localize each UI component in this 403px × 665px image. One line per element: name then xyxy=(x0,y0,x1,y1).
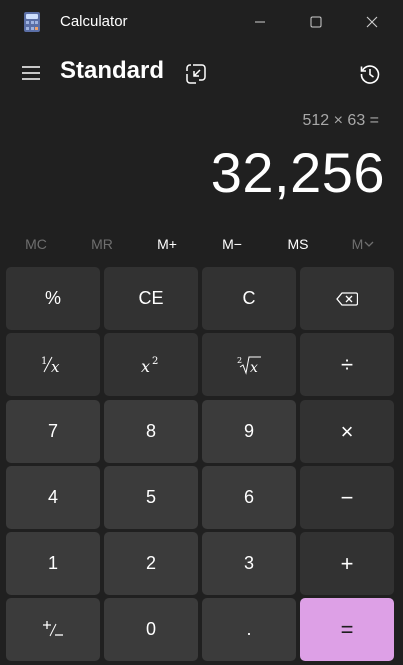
svg-text:2: 2 xyxy=(152,356,158,367)
window-title: Calculator xyxy=(60,13,128,30)
svg-text:x: x xyxy=(250,360,258,376)
subtract-label: − xyxy=(340,484,354,510)
square-root-icon: 2 x xyxy=(237,356,261,376)
clear-entry-label: CE xyxy=(138,288,164,308)
digit-8-button[interactable]: 8 xyxy=(104,400,198,463)
divide-button[interactable]: ÷ xyxy=(300,333,394,396)
minimize-button[interactable] xyxy=(232,0,288,44)
digit-5-label: 5 xyxy=(145,487,156,507)
minimize-icon xyxy=(255,21,265,23)
plus-minus-icon xyxy=(43,620,63,636)
multiply-label: × xyxy=(340,418,354,444)
digit-4-label: 4 xyxy=(47,487,58,507)
digit-0-label: 0 xyxy=(145,619,156,639)
digit-1-label: 1 xyxy=(47,553,58,573)
memory-list-label: M xyxy=(351,236,364,252)
svg-text:x: x xyxy=(51,358,60,376)
hamburger-icon xyxy=(22,66,40,80)
digit-8-label: 8 xyxy=(145,421,156,441)
backspace-button[interactable] xyxy=(300,267,394,330)
backspace-icon xyxy=(336,291,358,306)
maximize-icon xyxy=(310,16,322,28)
keep-on-top-icon xyxy=(186,64,206,84)
keep-on-top-button[interactable] xyxy=(180,58,212,90)
memory-clear-button[interactable]: MC xyxy=(6,228,66,260)
expression-display: 512 × 63 = xyxy=(302,112,379,129)
calculator-app-icon xyxy=(24,12,40,32)
digit-6-button[interactable]: 6 xyxy=(202,466,296,529)
clear-button[interactable]: C xyxy=(202,267,296,330)
close-button[interactable] xyxy=(344,0,400,44)
title-bar: Calculator xyxy=(0,0,403,44)
subtract-button[interactable]: − xyxy=(300,466,394,529)
square-button[interactable]: x 2 xyxy=(104,333,198,396)
square-root-button[interactable]: 2 x xyxy=(202,333,296,396)
navigation-menu-button[interactable] xyxy=(14,56,48,90)
memory-row: MC MR M+ M− MS M xyxy=(0,228,403,260)
reciprocal-button[interactable]: 1 x xyxy=(6,333,100,396)
add-label: + xyxy=(340,550,354,576)
negate-button[interactable] xyxy=(6,598,100,661)
digit-0-button[interactable]: 0 xyxy=(104,598,198,661)
memory-add-button[interactable]: M+ xyxy=(137,228,197,260)
chevron-down-icon xyxy=(364,241,374,247)
divide-label: ÷ xyxy=(340,351,354,377)
digit-4-button[interactable]: 4 xyxy=(6,466,100,529)
memory-subtract-button[interactable]: M− xyxy=(202,228,262,260)
percent-button[interactable]: % xyxy=(6,267,100,330)
decimal-button[interactable]: . xyxy=(202,598,296,661)
digit-7-button[interactable]: 7 xyxy=(6,400,100,463)
equals-button[interactable]: = xyxy=(300,598,394,661)
memory-list-button[interactable]: M xyxy=(333,228,393,260)
digit-9-label: 9 xyxy=(243,421,254,441)
digit-3-label: 3 xyxy=(243,553,254,573)
mode-title: Standard xyxy=(60,57,165,84)
equals-label: = xyxy=(340,616,354,642)
digit-9-button[interactable]: 9 xyxy=(202,400,296,463)
close-icon xyxy=(366,16,378,28)
memory-store-button[interactable]: MS xyxy=(268,228,328,260)
clear-entry-button[interactable]: CE xyxy=(104,267,198,330)
percent-label: % xyxy=(44,288,61,308)
digit-3-button[interactable]: 3 xyxy=(202,532,296,595)
history-button[interactable] xyxy=(352,56,388,92)
maximize-button[interactable] xyxy=(288,0,344,44)
digit-6-label: 6 xyxy=(243,487,254,507)
multiply-button[interactable]: × xyxy=(300,400,394,463)
square-icon: x 2 xyxy=(141,356,158,376)
history-icon xyxy=(360,65,380,84)
decimal-label: . xyxy=(246,619,252,639)
digit-5-button[interactable]: 5 xyxy=(104,466,198,529)
svg-text:x: x xyxy=(141,357,150,376)
memory-recall-button[interactable]: MR xyxy=(72,228,132,260)
svg-text:2: 2 xyxy=(237,356,242,365)
clear-label: C xyxy=(242,288,256,308)
add-button[interactable]: + xyxy=(300,532,394,595)
reciprocal-icon: 1 x xyxy=(41,356,60,376)
digit-2-label: 2 xyxy=(145,553,156,573)
digit-7-label: 7 xyxy=(47,421,58,441)
svg-text:1: 1 xyxy=(41,356,47,367)
digit-1-button[interactable]: 1 xyxy=(6,532,100,595)
result-display: 32,256 xyxy=(210,141,385,204)
digit-2-button[interactable]: 2 xyxy=(104,532,198,595)
calculator-header: Standard xyxy=(0,50,403,94)
